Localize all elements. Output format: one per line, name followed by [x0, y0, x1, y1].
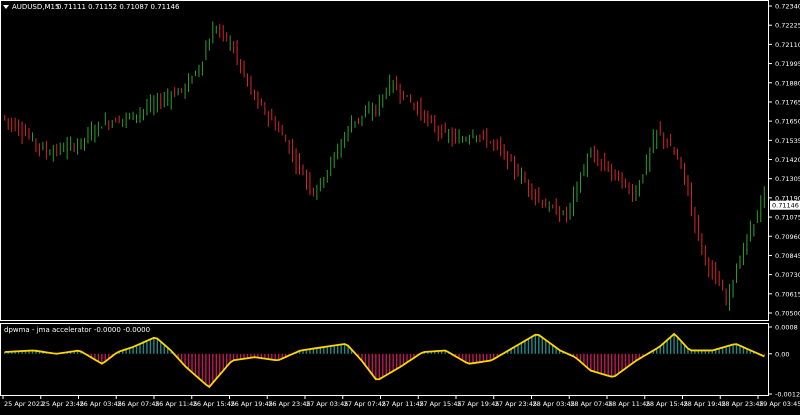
indicator-tick-label: 0.0008: [775, 324, 798, 332]
time-tick-label: 26 Apr 03:45: [80, 400, 122, 408]
indicator-tick-label: 0.00: [775, 350, 789, 358]
price-tick-label: 0.70615: [775, 290, 800, 298]
price-tick-label: 0.70730: [775, 271, 800, 279]
time-tick-label: 26 Apr 23:45: [268, 400, 310, 408]
price-tick-label: 0.71420: [775, 156, 800, 164]
time-tick-label: 28 Apr 15:45: [646, 400, 688, 408]
price-tick-label: 0.72340: [775, 3, 800, 11]
price-tick-label: 0.71765: [775, 98, 800, 106]
time-tick-label: 27 Apr 19:45: [457, 400, 499, 408]
time-tick-label: 26 Apr 19:45: [231, 400, 273, 408]
time-tick-label: 28 Apr 19:45: [684, 400, 726, 408]
time-tick-label: 28 Apr 03:45: [533, 400, 575, 408]
price-tick-label: 0.72110: [775, 41, 800, 49]
price-tick-label: 0.71075: [775, 214, 800, 222]
time-tick-label: 27 Apr 15:45: [419, 400, 461, 408]
price-tick-label: 0.71305: [775, 175, 800, 183]
time-tick-label: 29 Apr 03:45: [759, 400, 800, 408]
time-tick-label: 27 Apr 11:45: [382, 400, 424, 408]
last-price-label: 0.71146: [772, 202, 799, 210]
indicator-title: dpwma - jma accelerator -0.0000 -0.0000: [4, 326, 150, 334]
time-tick-label: 27 Apr 03:45: [306, 400, 348, 408]
time-tick-label: 27 Apr 07:45: [344, 400, 386, 408]
price-tick-label: 0.70500: [775, 310, 800, 318]
time-tick-label: 26 Apr 15:45: [193, 400, 235, 408]
price-tick-label: 0.72225: [775, 22, 800, 30]
chart-window[interactable]: 0.72340 0.72225 0.72110 0.71995 0.71880 0.717…: [0, 0, 800, 411]
indicator-tick-label: -0.0012: [775, 391, 800, 399]
price-tick-label: 0.71880: [775, 79, 800, 87]
quote-values: 0.71111 0.71152 0.71087 0.71146: [57, 3, 180, 11]
price-tick-label: 0.70960: [775, 233, 800, 241]
symbol-title: AUDUSD,M15: [12, 3, 59, 11]
time-tick-label: 26 Apr 07:45: [117, 400, 159, 408]
chart-background: [0, 0, 800, 411]
time-tick-label: 25 Apr 23:45: [42, 400, 84, 408]
time-tick-label: 28 Apr 11:45: [608, 400, 650, 408]
price-tick-label: 0.71995: [775, 60, 800, 68]
price-tick-label: 0.71650: [775, 118, 800, 126]
time-tick-label: 28 Apr 07:45: [570, 400, 612, 408]
time-tick-label: 26 Apr 11:45: [155, 400, 197, 408]
time-tick-label: 27 Apr 23:45: [495, 400, 537, 408]
last-price-marker: 0.71146: [770, 200, 800, 210]
time-tick-label: 25 Apr 2022: [4, 400, 44, 408]
price-tick-label: 0.70845: [775, 252, 800, 260]
price-chart-svg[interactable]: 0.72340 0.72225 0.72110 0.71995 0.71880 0.717…: [0, 0, 800, 411]
price-tick-label: 0.71535: [775, 137, 800, 145]
time-tick-label: 28 Apr 23:45: [721, 400, 763, 408]
